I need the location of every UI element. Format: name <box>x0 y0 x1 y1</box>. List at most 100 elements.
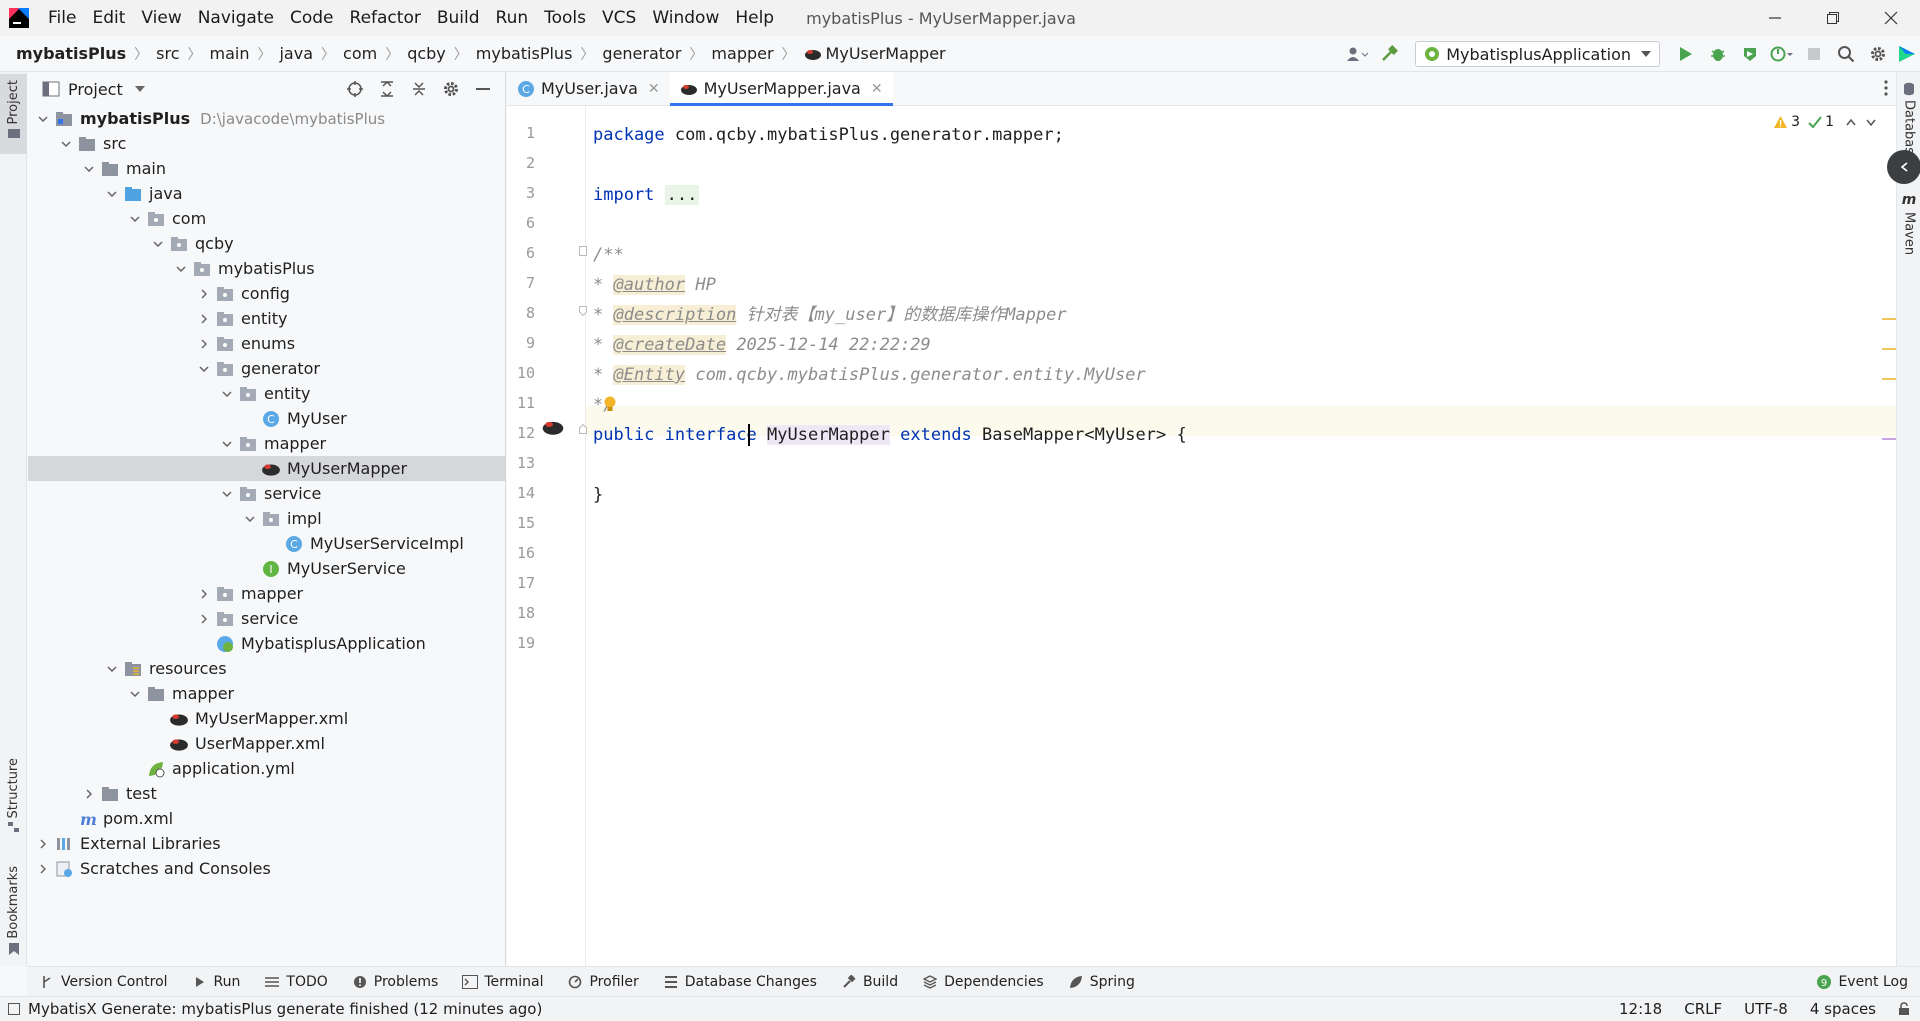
tree-node[interactable]: mybatisPlus D:\javacode\mybatisPlus <box>28 106 506 131</box>
menu-tools[interactable]: Tools <box>536 0 594 36</box>
tree-node[interactable]: mapper <box>28 681 506 706</box>
tree-node[interactable]: I MyUserService <box>28 556 506 581</box>
error-stripe-marker[interactable] <box>1882 438 1896 440</box>
settings-gear-icon[interactable] <box>435 72 467 106</box>
tool-database-changes[interactable]: Database Changes <box>651 974 829 990</box>
menu-view[interactable]: View <box>133 0 189 36</box>
tool-run[interactable]: Run <box>180 974 253 990</box>
tree-node[interactable]: generator <box>28 356 506 381</box>
menu-code[interactable]: Code <box>282 0 342 36</box>
tool-todo[interactable]: TODO <box>252 974 339 990</box>
breadcrumb-item[interactable]: com <box>339 44 381 63</box>
tree-node[interactable]: mapper <box>28 581 506 606</box>
tree-node[interactable]: m pom.xml <box>28 806 506 831</box>
file-encoding[interactable]: UTF-8 <box>1744 1000 1788 1018</box>
tool-tab-structure[interactable]: Structure <box>0 752 27 833</box>
search-icon[interactable] <box>1830 36 1862 72</box>
chevron-right-icon[interactable] <box>78 781 100 806</box>
tree-node[interactable]: C MyUser <box>28 406 506 431</box>
chevron-right-icon[interactable] <box>193 306 215 331</box>
tool-problems[interactable]: Problems <box>340 974 451 990</box>
chevron-right-icon[interactable] <box>193 331 215 356</box>
chevron-down-icon[interactable] <box>147 231 169 256</box>
tool-spring[interactable]: Spring <box>1056 974 1147 990</box>
stop-icon[interactable] <box>1798 36 1830 72</box>
debug-icon[interactable] <box>1702 36 1734 72</box>
chevron-down-icon[interactable] <box>216 431 238 456</box>
run-config-selector[interactable]: MybatisplusApplication <box>1415 41 1660 67</box>
editor-tab-myuser[interactable]: C MyUser.java ✕ <box>507 72 670 105</box>
expand-all-icon[interactable] <box>371 72 403 106</box>
collapse-panel-button[interactable] <box>1887 150 1920 184</box>
chevron-down-icon[interactable] <box>124 681 146 706</box>
tree-node[interactable]: mybatisPlus <box>28 256 506 281</box>
chevron-right-icon[interactable] <box>193 606 215 631</box>
tool-dependencies[interactable]: Dependencies <box>910 974 1056 990</box>
tree-node[interactable]: src <box>28 131 506 156</box>
menu-help[interactable]: Help <box>727 0 782 36</box>
fold-icon[interactable] <box>579 246 587 256</box>
close-icon[interactable]: ✕ <box>648 81 660 97</box>
minimize-button[interactable] <box>1746 0 1804 36</box>
menu-build[interactable]: Build <box>429 0 488 36</box>
coverage-icon[interactable] <box>1734 36 1766 72</box>
tree-node[interactable]: service <box>28 481 506 506</box>
restore-button[interactable] <box>1804 0 1862 36</box>
tool-version-control[interactable]: Version Control <box>27 974 180 990</box>
menu-refactor[interactable]: Refactor <box>342 0 429 36</box>
fold-icon[interactable] <box>579 306 587 316</box>
chevron-down-icon[interactable] <box>216 481 238 506</box>
menu-run[interactable]: Run <box>488 0 537 36</box>
tree-node[interactable]: External Libraries <box>28 831 506 856</box>
status-message[interactable]: MybatisX Generate: mybatisPlus generate … <box>8 1000 542 1018</box>
error-stripe-marker[interactable] <box>1882 348 1896 350</box>
tree-node[interactable]: qcby <box>28 231 506 256</box>
fold-icon[interactable] <box>579 424 587 434</box>
tool-build[interactable]: Build <box>829 974 910 990</box>
chevron-right-icon[interactable] <box>193 581 215 606</box>
tree-node[interactable]: com <box>28 206 506 231</box>
caret-identifier[interactable]: MyUserMapper <box>767 425 890 445</box>
jetbrains-toolbox-icon[interactable] <box>1894 36 1920 72</box>
breadcrumb-item[interactable]: mybatisPlus <box>12 44 130 63</box>
indent-setting[interactable]: 4 spaces <box>1810 1000 1876 1018</box>
tool-event-log[interactable]: 9 Event Log <box>1816 967 1908 997</box>
tree-node[interactable]: service <box>28 606 506 631</box>
tool-profiler[interactable]: Profiler <box>555 974 650 990</box>
menu-window[interactable]: Window <box>644 0 727 36</box>
menu-edit[interactable]: Edit <box>84 0 133 36</box>
tree-node[interactable]: enums <box>28 331 506 356</box>
tool-terminal[interactable]: Terminal <box>450 974 555 990</box>
chevron-down-icon[interactable] <box>170 256 192 281</box>
inspection-widget[interactable]: 3 1 <box>1773 114 1876 130</box>
breadcrumb-item[interactable]: src <box>152 44 183 63</box>
build-hammer-icon[interactable] <box>1373 36 1405 72</box>
hide-panel-icon[interactable] <box>467 72 499 106</box>
chevron-down-icon[interactable] <box>193 356 215 381</box>
chevron-down-icon[interactable] <box>101 181 123 206</box>
tree-node[interactable]: main <box>28 156 506 181</box>
chevron-right-icon[interactable] <box>32 831 54 856</box>
lock-icon[interactable] <box>1898 1002 1910 1016</box>
project-panel-title[interactable]: Project <box>68 80 123 99</box>
menu-vcs[interactable]: VCS <box>594 0 644 36</box>
chevron-right-icon[interactable] <box>193 281 215 306</box>
tree-node[interactable]: UserMapper.xml <box>28 731 506 756</box>
intention-bulb-icon[interactable] <box>603 395 617 413</box>
editor-tab-myusermapper[interactable]: MyUserMapper.java ✕ <box>669 72 893 106</box>
tree-node[interactable]: impl <box>28 506 506 531</box>
chevron-down-icon[interactable] <box>101 656 123 681</box>
run-icon[interactable] <box>1670 36 1702 72</box>
error-stripe-marker[interactable] <box>1882 318 1896 320</box>
chevron-down-icon[interactable] <box>1866 119 1876 126</box>
chevron-down-icon[interactable] <box>32 106 54 131</box>
user-icon[interactable] <box>1341 36 1373 72</box>
tree-node[interactable]: test <box>28 781 506 806</box>
tree-node[interactable]: config <box>28 281 506 306</box>
tree-node[interactable]: MyUserMapper.xml <box>28 706 506 731</box>
breadcrumb-item-current[interactable]: MyUserMapper <box>800 44 950 63</box>
tree-node[interactable]: java <box>28 181 506 206</box>
tree-node[interactable]: entity <box>28 306 506 331</box>
menu-navigate[interactable]: Navigate <box>190 0 282 36</box>
breadcrumb-item[interactable]: mybatisPlus <box>472 44 577 63</box>
